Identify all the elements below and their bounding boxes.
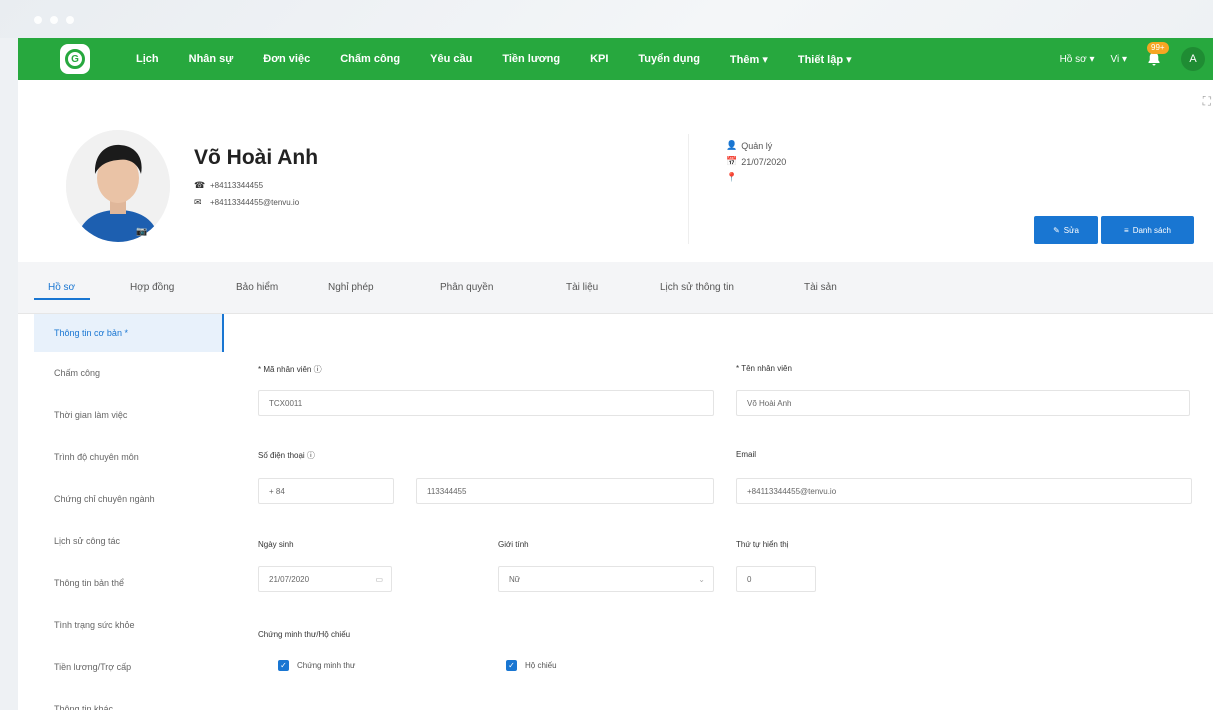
nav-item-calendar[interactable]: Lịch: [136, 53, 159, 65]
user-role-icon: 👤: [726, 140, 738, 150]
nav-item-recruitment[interactable]: Tuyển dụng: [638, 53, 700, 65]
email-row: ✉ +84113344455@tenvu.io: [194, 197, 299, 208]
tab-leave[interactable]: Nghỉ phép: [328, 282, 374, 293]
phone-number-input[interactable]: 113344455: [416, 478, 714, 504]
sidebar-item-work-history[interactable]: Lịch sử công tác: [34, 520, 224, 562]
tab-history[interactable]: Lịch sử thông tin: [660, 282, 734, 293]
phone-icon: ☎: [194, 180, 206, 190]
profile-meta: 👤 Quản lý 📅 21/07/2020 📍: [726, 140, 786, 188]
save-button-label: Sửa: [1063, 225, 1079, 235]
passport-checkbox[interactable]: ✓ Hộ chiếu: [506, 660, 557, 671]
camera-icon[interactable]: 📷: [136, 226, 147, 237]
person-photo-icon: [66, 130, 170, 242]
sidebar-item-other[interactable]: Thông tin khác: [34, 688, 224, 710]
date-row: 📅 21/07/2020: [726, 156, 786, 167]
profile-date: 21/07/2020: [741, 156, 787, 167]
gender-select[interactable]: Nữ ⌄: [498, 566, 714, 592]
profile-tabs: Hồ sơ Hợp đồng Bảo hiểm Nghỉ phép Phân q…: [18, 262, 1213, 314]
location-icon: 📍: [726, 172, 738, 182]
sidebar-item-qualification[interactable]: Trình độ chuyên môn: [34, 436, 224, 478]
save-button[interactable]: ✎ Sửa: [1034, 216, 1098, 244]
active-tab-indicator: [34, 298, 90, 300]
sidebar-item-basic-info[interactable]: Thông tin cơ bản *: [34, 314, 224, 352]
dob-value: 21/07/2020: [269, 574, 310, 584]
check-icon: ✓: [278, 660, 289, 671]
sidebar-item-salary[interactable]: Tiền lương/Trợ cấp: [34, 646, 224, 688]
user-avatar[interactable]: A: [1181, 47, 1205, 71]
nav-item-kpi[interactable]: KPI: [590, 53, 608, 65]
sidebar-item-timekeeping[interactable]: Chấm công: [34, 352, 224, 394]
sidebar-item-certificates[interactable]: Chứng chỉ chuyên ngành: [34, 478, 224, 520]
edit-icon: ✎: [1053, 225, 1060, 235]
nav-right: Hồ sơ ▾ Vi ▾ 99+ A: [1060, 38, 1205, 80]
email-label: Email: [736, 450, 757, 459]
tab-insurance[interactable]: Bảo hiểm: [236, 282, 278, 293]
sidebar-item-personal-info[interactable]: Thông tin bản thể: [34, 562, 224, 604]
window-dots: [34, 16, 74, 24]
role-row: 👤 Quản lý: [726, 140, 786, 151]
logo-mark: G: [65, 49, 85, 69]
email-input[interactable]: +84113344455@tenvu.io: [736, 478, 1192, 504]
nav-item-requests[interactable]: Yêu cầu: [430, 53, 472, 65]
tab-permissions[interactable]: Phân quyền: [440, 282, 493, 293]
gender-label: Giới tính: [498, 540, 529, 549]
passport-checkbox-label: Hộ chiếu: [525, 661, 557, 670]
location-row: 📍: [726, 172, 786, 183]
employee-name-input[interactable]: Võ Hoài Anh: [736, 390, 1190, 416]
top-nav: G Lịch Nhân sự Đơn việc Chấm công Yêu cầ…: [18, 38, 1213, 80]
dob-input[interactable]: 21/07/2020 ▭: [258, 566, 392, 592]
nav-item-salary[interactable]: Tiền lương: [502, 53, 560, 65]
profile-role: Quản lý: [741, 140, 773, 151]
phone-prefix-select[interactable]: + 84: [258, 478, 394, 504]
sidebar-item-health[interactable]: Tình trạng sức khỏe: [34, 604, 224, 646]
profile-phone: +84113344455: [210, 181, 264, 190]
sidebar-item-working-time[interactable]: Thời gian làm việc: [34, 394, 224, 436]
id-card-checkbox[interactable]: ✓ Chứng minh thư: [278, 660, 355, 671]
calendar-icon: 📅: [726, 156, 738, 166]
notification-badge: 99+: [1147, 42, 1169, 54]
tab-profile[interactable]: Hồ sơ: [48, 282, 75, 293]
header-divider: [688, 134, 689, 244]
app-window: G Lịch Nhân sự Đơn việc Chấm công Yêu cầ…: [18, 38, 1213, 710]
main-menu: Lịch Nhân sự Đơn việc Chấm công Yêu cầu …: [136, 38, 882, 80]
order-input[interactable]: 0: [736, 566, 816, 592]
list-button-label: Danh sách: [1132, 225, 1171, 235]
id-label: Chứng minh thư/Hộ chiếu: [258, 630, 351, 639]
app-logo[interactable]: G: [60, 44, 90, 74]
chevron-down-icon: ⌄: [698, 574, 705, 584]
profile-sidebar: Thông tin cơ bản * Chấm công Thời gian l…: [34, 314, 224, 710]
employee-code-label: * Mã nhân viên ⓘ: [258, 365, 322, 374]
tab-contract[interactable]: Hợp đồng: [130, 282, 174, 293]
profile-name: Võ Hoài Anh: [194, 146, 319, 169]
list-icon: ≡: [1124, 225, 1129, 235]
tab-assets[interactable]: Tài sản: [804, 282, 837, 293]
notification-button[interactable]: 99+: [1143, 42, 1169, 70]
phone-label: Số điện thoại ⓘ: [258, 451, 315, 460]
profile-contact: ☎ +84113344455 ✉ +84113344455@tenvu.io: [194, 180, 299, 214]
nav-item-timekeeping[interactable]: Chấm công: [340, 53, 400, 65]
dob-label: Ngày sinh: [258, 540, 294, 549]
phone-row: ☎ +84113344455: [194, 180, 299, 191]
id-card-checkbox-label: Chứng minh thư: [297, 661, 356, 670]
profile-email: +84113344455@tenvu.io: [210, 198, 300, 207]
nav-item-settings[interactable]: Thiết lập ▾: [798, 53, 852, 66]
order-label: Thứ tự hiển thị: [736, 540, 789, 549]
employee-code-input[interactable]: TCX0011: [258, 390, 714, 416]
calendar-picker-icon: ▭: [375, 574, 383, 584]
browser-chrome: [0, 0, 1213, 38]
profile-photo[interactable]: [66, 130, 170, 242]
check-icon: ✓: [506, 660, 517, 671]
employee-name-label: * Tên nhân viên: [736, 364, 792, 373]
list-button[interactable]: ≡ Danh sách: [1101, 216, 1194, 244]
nav-language-menu[interactable]: Vi ▾: [1110, 54, 1127, 65]
tab-documents[interactable]: Tài liệu: [566, 282, 598, 293]
nav-profile-menu[interactable]: Hồ sơ ▾: [1060, 54, 1095, 65]
nav-item-more[interactable]: Thêm ▾: [730, 53, 768, 66]
nav-item-staff[interactable]: Nhân sự: [189, 53, 234, 65]
mail-icon: ✉: [194, 197, 202, 207]
nav-item-tasks[interactable]: Đơn việc: [263, 53, 310, 65]
expand-icon[interactable]: ⛶: [1203, 94, 1211, 109]
gender-value: Nữ: [509, 574, 521, 584]
